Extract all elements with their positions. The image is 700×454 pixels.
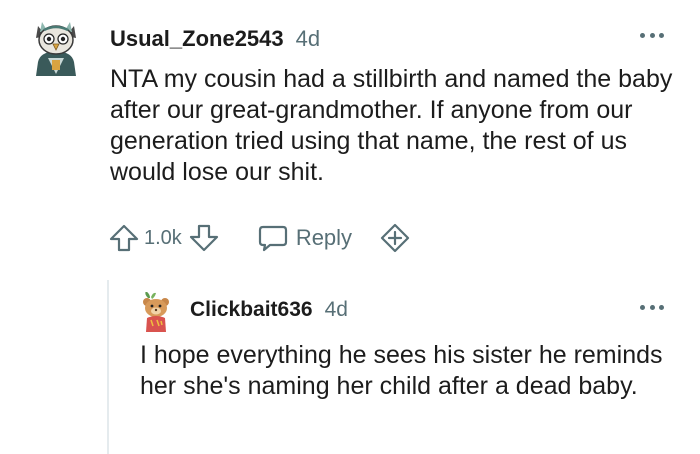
comment-action-row: 1.0k Reply — [108, 220, 410, 256]
more-options-button[interactable] — [640, 30, 664, 40]
reply-timestamp[interactable]: 4d — [325, 298, 348, 322]
timestamp[interactable]: 4d — [296, 26, 320, 52]
thread-line[interactable] — [107, 280, 109, 454]
vote-count: 1.0k — [144, 226, 182, 249]
comment-header: Usual_Zone2543 4d — [110, 26, 320, 52]
upvote-arrow-icon — [109, 224, 139, 252]
comment-body: NTA my cousin had a stillbirth and named… — [110, 65, 673, 186]
owl-avatar-icon — [36, 22, 76, 76]
dot-icon — [649, 304, 655, 310]
downvote-arrow-icon — [189, 224, 218, 252]
dot-icon — [649, 32, 655, 38]
reply-button[interactable]: Reply — [258, 224, 352, 252]
reply-avatar[interactable] — [140, 291, 172, 332]
comment-bubble-icon — [258, 225, 287, 252]
award-button[interactable] — [380, 223, 410, 253]
dot-icon — [640, 304, 645, 310]
avatar[interactable] — [30, 18, 82, 76]
username[interactable]: Usual_Zone2543 — [110, 26, 284, 52]
upvote-button[interactable] — [108, 222, 140, 254]
reply-header: Clickbait636 4d — [190, 298, 348, 322]
award-plus-icon — [380, 223, 410, 253]
reply-label: Reply — [295, 225, 353, 250]
reply-more-options-button[interactable] — [640, 302, 664, 312]
reply-body: I hope everything he sees his sister he … — [140, 341, 663, 400]
dot-icon — [659, 304, 664, 310]
downvote-button[interactable] — [188, 222, 220, 254]
bear-avatar-icon — [143, 291, 169, 332]
reply-username[interactable]: Clickbait636 — [190, 298, 313, 322]
dot-icon — [640, 32, 645, 38]
dot-icon — [659, 32, 664, 38]
